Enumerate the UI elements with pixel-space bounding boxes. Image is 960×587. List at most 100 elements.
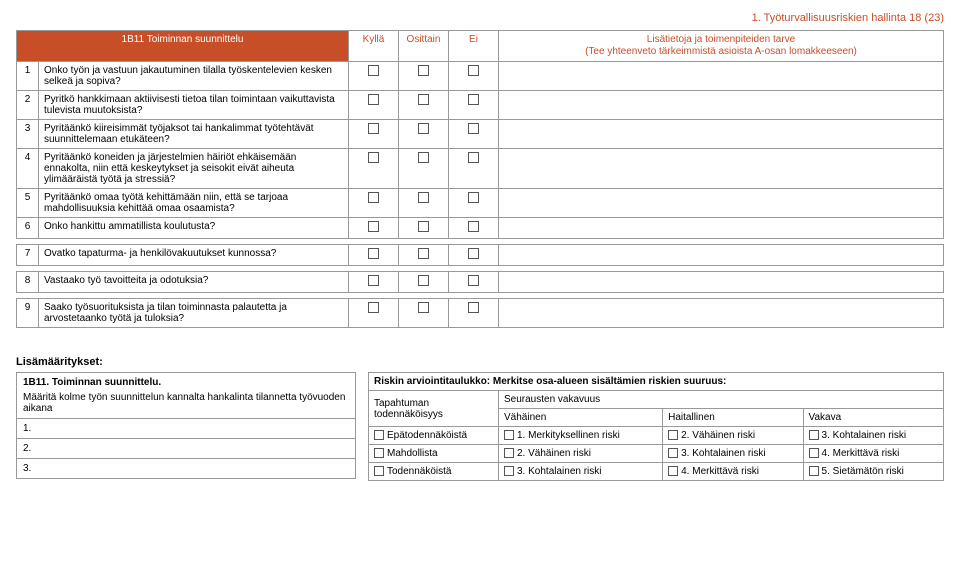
risk-cell: 3. Kohtalainen riski [681, 448, 766, 459]
checkbox-no[interactable] [468, 248, 479, 259]
row-notes[interactable] [499, 62, 944, 91]
row-question: Pyritäänkö omaa työtä kehittämään niin, … [39, 189, 349, 218]
defs-item[interactable]: 1. [17, 419, 356, 439]
checkbox-yes[interactable] [368, 221, 379, 232]
checkbox-no[interactable] [468, 221, 479, 232]
sev-col: Vakava [803, 409, 943, 427]
risk-sev-label: Seurausten vakavuus [499, 391, 944, 409]
row-notes[interactable] [499, 120, 944, 149]
risk-prob-label: Tapahtuman todennäköisyys [369, 391, 499, 427]
checkbox-yes[interactable] [368, 152, 379, 163]
row-num: 2 [17, 91, 39, 120]
checkbox-risk[interactable] [809, 430, 819, 440]
checkbox-prob[interactable] [374, 466, 384, 476]
row-num: 3 [17, 120, 39, 149]
col-yes: Kyllä [349, 31, 399, 62]
risk-row: Todennäköistä 3. Kohtalainen riski 4. Me… [369, 463, 944, 481]
row-question: Vastaako työ tavoitteita ja odotuksia? [39, 272, 349, 293]
table-row: 9 Saako työsuorituksista ja tilan toimin… [17, 299, 944, 328]
checkbox-partial[interactable] [418, 94, 429, 105]
row-num: 9 [17, 299, 39, 328]
checkbox-no[interactable] [468, 302, 479, 313]
row-question: Pyritkö hankkimaan aktiivisesti tietoa t… [39, 91, 349, 120]
checkbox-yes[interactable] [368, 275, 379, 286]
row-notes[interactable] [499, 245, 944, 266]
risk-title: Riskin arviointitaulukko: Merkitse osa-a… [369, 373, 944, 391]
row-num: 7 [17, 245, 39, 266]
risk-row: Mahdollista 2. Vähäinen riski 3. Kohtala… [369, 445, 944, 463]
row-notes[interactable] [499, 91, 944, 120]
row-notes[interactable] [499, 189, 944, 218]
row-question: Ovatko tapaturma- ja henkilövakuutukset … [39, 245, 349, 266]
row-question: Saako työsuorituksista ja tilan toiminna… [39, 299, 349, 328]
definitions-box: 1B11. Toiminnan suunnittelu. Määritä kol… [16, 372, 356, 479]
defs-item[interactable]: 3. [17, 459, 356, 479]
checkbox-yes[interactable] [368, 123, 379, 134]
table-row: 4 Pyritäänkö koneiden ja järjestelmien h… [17, 149, 944, 189]
table-row: 7 Ovatko tapaturma- ja henkilövakuutukse… [17, 245, 944, 266]
checkbox-risk[interactable] [668, 448, 678, 458]
risk-cell: 5. Sietämätön riski [822, 466, 904, 477]
checkbox-risk[interactable] [668, 430, 678, 440]
row-question: Pyritäänkö koneiden ja järjestelmien häi… [39, 149, 349, 189]
table-row: 2 Pyritkö hankkimaan aktiivisesti tietoa… [17, 91, 944, 120]
checkbox-risk[interactable] [668, 466, 678, 476]
row-num: 4 [17, 149, 39, 189]
checkbox-risk[interactable] [504, 466, 514, 476]
col-notes-head: Lisätietoja ja toimenpiteiden tarve (Tee… [499, 31, 944, 62]
checkbox-partial[interactable] [418, 123, 429, 134]
section-title: 1B11 Toiminnan suunnittelu [17, 31, 349, 62]
checkbox-yes[interactable] [368, 192, 379, 203]
row-notes[interactable] [499, 299, 944, 328]
col-no: Ei [449, 31, 499, 62]
checkbox-no[interactable] [468, 192, 479, 203]
checkbox-no[interactable] [468, 65, 479, 76]
risk-cell: 4. Merkittävä riski [822, 448, 900, 459]
table-row: 1 Onko työn ja vastuun jakautuminen tila… [17, 62, 944, 91]
row-num: 6 [17, 218, 39, 239]
sev-col: Haitallinen [663, 409, 803, 427]
checkbox-no[interactable] [468, 152, 479, 163]
checkbox-partial[interactable] [418, 65, 429, 76]
defs-item[interactable]: 2. [17, 439, 356, 459]
checkbox-risk[interactable] [504, 448, 514, 458]
risk-cell: 1. Merkityksellinen riski [517, 430, 620, 441]
checkbox-prob[interactable] [374, 448, 384, 458]
row-question: Onko työn ja vastuun jakautuminen tilall… [39, 62, 349, 91]
checkbox-prob[interactable] [374, 430, 384, 440]
checkbox-yes[interactable] [368, 302, 379, 313]
checkbox-no[interactable] [468, 275, 479, 286]
checkbox-yes[interactable] [368, 94, 379, 105]
checkbox-risk[interactable] [809, 466, 819, 476]
risk-cell: 2. Vähäinen riski [517, 448, 591, 459]
checkbox-no[interactable] [468, 123, 479, 134]
row-num: 5 [17, 189, 39, 218]
row-num: 1 [17, 62, 39, 91]
checkbox-partial[interactable] [418, 221, 429, 232]
row-notes[interactable] [499, 149, 944, 189]
col-partial: Osittain [399, 31, 449, 62]
checkbox-partial[interactable] [418, 302, 429, 313]
sev-col: Vähäinen [499, 409, 663, 427]
page-header: 1. Työturvallisuusriskien hallinta 18 (2… [16, 12, 944, 24]
checkbox-partial[interactable] [418, 248, 429, 259]
checkbox-no[interactable] [468, 94, 479, 105]
checkbox-yes[interactable] [368, 65, 379, 76]
prob-cell: Epätodennäköistä [387, 430, 467, 441]
risk-cell: 3. Kohtalainen riski [822, 430, 907, 441]
table-row: 8 Vastaako työ tavoitteita ja odotuksia? [17, 272, 944, 293]
row-question: Onko hankittu ammatillista koulutusta? [39, 218, 349, 239]
definitions-title: Lisämääritykset: [16, 356, 944, 368]
notes-head-l2: (Tee yhteenveto tärkeimmistä asioista A-… [504, 46, 938, 58]
row-notes[interactable] [499, 218, 944, 239]
row-notes[interactable] [499, 272, 944, 293]
checkbox-risk[interactable] [504, 430, 514, 440]
checkbox-partial[interactable] [418, 192, 429, 203]
checkbox-yes[interactable] [368, 248, 379, 259]
checkbox-risk[interactable] [809, 448, 819, 458]
notes-head-l1: Lisätietoja ja toimenpiteiden tarve [504, 34, 938, 46]
checkbox-partial[interactable] [418, 275, 429, 286]
risk-row: Epätodennäköistä 1. Merkityksellinen ris… [369, 427, 944, 445]
risk-cell: 2. Vähäinen riski [681, 430, 755, 441]
checkbox-partial[interactable] [418, 152, 429, 163]
